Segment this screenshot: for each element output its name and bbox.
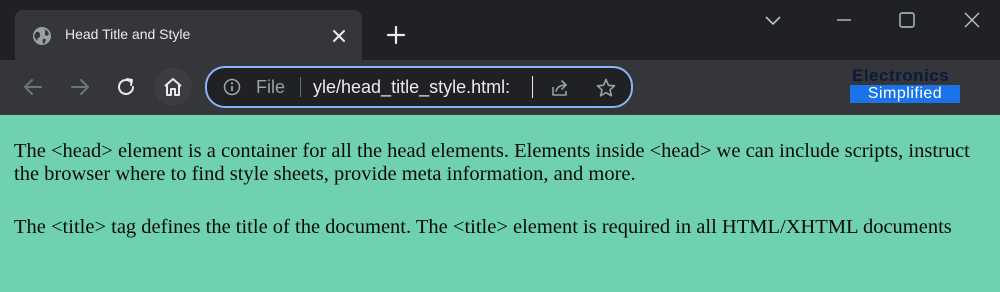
chevron-down-icon[interactable]	[762, 9, 784, 31]
paragraph-title-tag: The <title> tag defines the title of the…	[14, 216, 952, 238]
paragraph-head-element: The <head> element is a container for al…	[14, 140, 970, 185]
tab-close-icon[interactable]	[329, 26, 349, 46]
minimize-icon[interactable]	[833, 9, 855, 31]
share-icon[interactable]	[549, 77, 571, 99]
info-icon[interactable]	[223, 78, 241, 96]
star-icon[interactable]	[595, 77, 617, 99]
browser-toolbar: File :yle/head_title_style.html Electron…	[0, 60, 1000, 114]
globe-icon	[32, 26, 52, 46]
logo-line-2: Simplified	[850, 85, 960, 103]
home-icon[interactable]	[154, 68, 192, 106]
site-logo: Electronics Simplified	[850, 66, 962, 104]
address-bar[interactable]: File :yle/head_title_style.html	[205, 66, 633, 108]
close-icon[interactable]	[961, 9, 983, 31]
page-content: The <head> element is a container for al…	[0, 114, 1000, 292]
url-scheme-label: File	[256, 77, 286, 97]
reload-icon[interactable]	[114, 75, 138, 99]
logo-line-1: Electronics	[852, 66, 950, 85]
plus-icon[interactable]	[384, 23, 408, 47]
tab-title: Head Title and Style	[65, 26, 191, 42]
maximize-icon[interactable]	[896, 9, 918, 31]
omnibox-divider	[300, 77, 301, 97]
browser-tab[interactable]: Head Title and Style	[15, 10, 362, 60]
forward-arrow-icon[interactable]	[68, 75, 92, 99]
url-text[interactable]: :yle/head_title_style.html	[313, 77, 535, 98]
text-caret	[532, 76, 533, 98]
tab-strip: Head Title and Style	[0, 0, 1000, 60]
back-arrow-icon[interactable]	[21, 75, 45, 99]
